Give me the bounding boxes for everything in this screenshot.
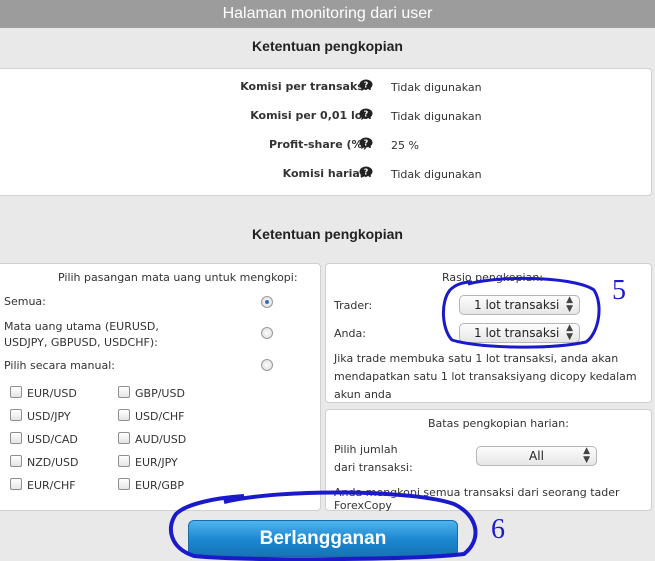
terms-row-label: Komisi per transaksi: <box>240 80 372 93</box>
terms-row-value: Tidak digunakan <box>391 81 482 94</box>
pair-label: EUR/CHF <box>27 479 76 492</box>
trader-label: Trader: <box>334 299 373 312</box>
updown-arrows-icon: ▲ ▼ <box>583 446 590 465</box>
pair-checkbox-usdchf[interactable] <box>118 409 130 421</box>
pairs-panel-heading: Pilih pasangan mata uang untuk mengkopi: <box>58 271 298 284</box>
option-major-radio[interactable] <box>261 327 273 339</box>
annotation-number-6: 6 <box>491 514 505 545</box>
help-bubble-icon[interactable]: ? <box>359 108 373 120</box>
pair-checkbox-eurchf[interactable] <box>10 478 22 490</box>
help-bubble-icon[interactable]: ? <box>359 79 373 91</box>
annotation-circle-ratio <box>442 276 601 349</box>
limit-panel-heading: Batas pengkopian harian: <box>428 417 569 430</box>
help-bubble-icon[interactable]: ? <box>359 137 373 149</box>
copy-terms-section-title: Ketentuan pengkopian <box>252 226 403 242</box>
pair-checkbox-usdcad[interactable] <box>10 432 22 444</box>
limit-label: Pilih jumlah dari transaksi: <box>334 443 413 474</box>
annotation-number-5: 5 <box>612 275 626 306</box>
pair-label: EUR/JPY <box>135 456 178 469</box>
page-title: Halaman monitoring dari user <box>0 0 655 28</box>
pair-label: USD/CHF <box>135 410 185 423</box>
pair-checkbox-gbpusd[interactable] <box>118 386 130 398</box>
pair-checkbox-eurgbp[interactable] <box>118 478 130 490</box>
svg-text:?: ? <box>364 168 369 177</box>
terms-row-value: Tidak digunakan <box>391 110 482 123</box>
pair-checkbox-nzdusd[interactable] <box>10 455 22 467</box>
pair-label: EUR/USD <box>27 387 77 400</box>
terms-row-label: Komisi per 0,01 lot: <box>250 109 372 122</box>
help-bubble-icon[interactable]: ? <box>359 166 373 178</box>
terms-row-value: Tidak digunakan <box>391 168 482 181</box>
pairs-panel: Pilih pasangan mata uang untuk mengkopi:… <box>0 263 321 511</box>
pair-checkbox-eurjpy[interactable] <box>118 455 130 467</box>
pair-label: NZD/USD <box>27 456 79 469</box>
svg-text:?: ? <box>364 139 369 148</box>
svg-text:?: ? <box>364 81 369 90</box>
option-all-label: Semua: <box>4 295 46 308</box>
pair-label: USD/JPY <box>27 410 71 423</box>
terms-row-label: Profit-share (%): <box>268 138 372 151</box>
pair-label: GBP/USD <box>135 387 185 400</box>
annotation-circle-button <box>168 490 478 561</box>
limit-select[interactable]: All ▲ ▼ <box>476 446 597 466</box>
option-major-label: Mata uang utama (EURUSD, USDJPY, GBPUSD,… <box>4 320 159 349</box>
terms-section-title: Ketentuan pengkopian <box>252 38 403 54</box>
pair-checkbox-eurusd[interactable] <box>10 386 22 398</box>
terms-row-value: 25 % <box>391 139 419 152</box>
pair-checkbox-audusd[interactable] <box>118 432 130 444</box>
ratio-note: Jika trade membuka satu 1 lot transaksi,… <box>334 352 637 401</box>
option-all-radio[interactable] <box>261 296 273 308</box>
option-manual-label: Pilih secara manual: <box>4 359 115 372</box>
pair-label: USD/CAD <box>27 433 78 446</box>
you-label: Anda: <box>334 327 366 340</box>
svg-text:?: ? <box>364 110 369 119</box>
option-manual-radio[interactable] <box>261 359 273 371</box>
limit-value: All <box>529 449 544 463</box>
pair-label: AUD/USD <box>135 433 187 446</box>
pair-checkbox-usdjpy[interactable] <box>10 409 22 421</box>
